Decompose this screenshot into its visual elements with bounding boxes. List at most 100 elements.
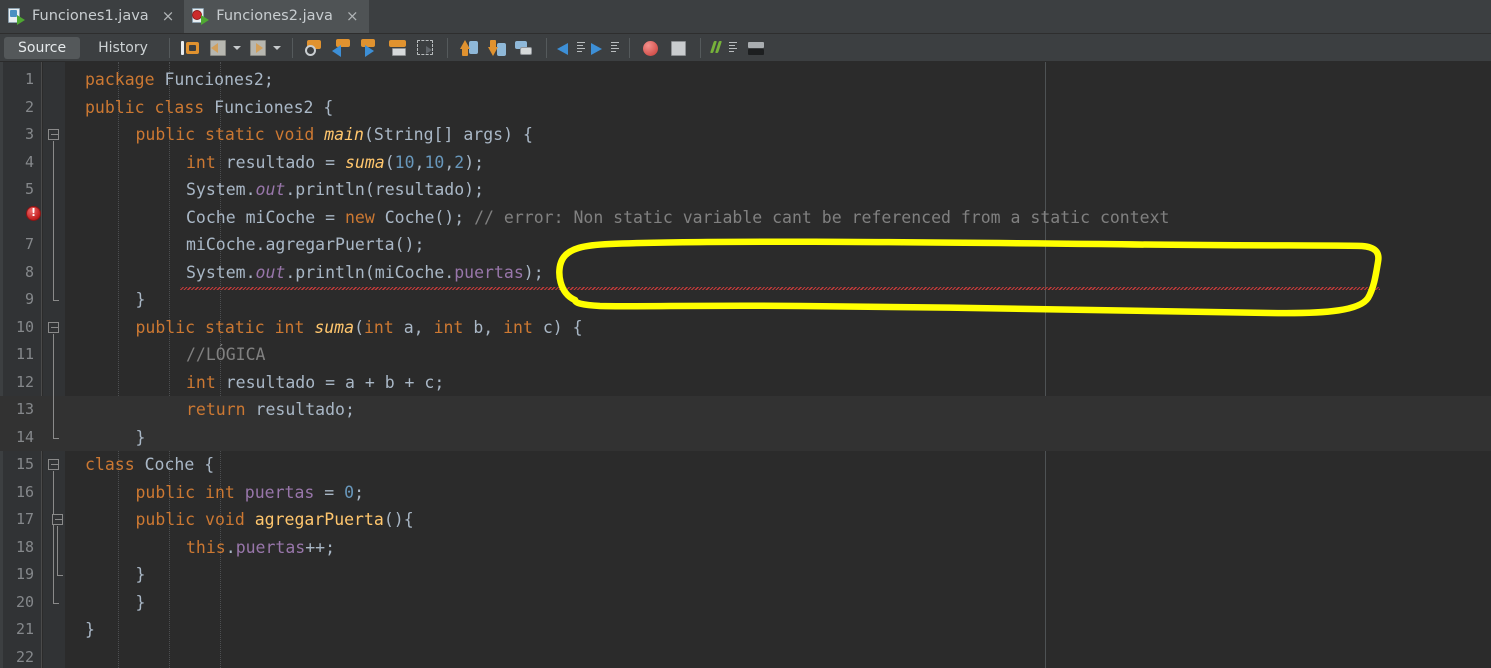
toggle-breakpoint-icon[interactable] — [640, 38, 662, 58]
code-token: out — [255, 180, 286, 199]
fold-end-marker — [53, 300, 59, 301]
code-token: .println(miCoche. — [285, 262, 455, 282]
file-tab-funciones1[interactable]: Funciones1.java × — [0, 0, 185, 33]
toolbar-separator — [446, 37, 448, 58]
file-tab-bar: Funciones1.java × Funciones2.java × — [0, 0, 1491, 34]
line-number: 13 — [15, 400, 34, 418]
line-number: 15 — [15, 455, 34, 473]
code-text-area[interactable]: package Funciones2; public class Funcione… — [0, 62, 1491, 668]
code-line-text[interactable]: Coche miCoche = new Coche(); // error: N… — [186, 204, 1169, 232]
toggle-highlight-icon[interactable] — [387, 38, 409, 58]
code-line-text[interactable]: System.out.println(resultado); — [186, 176, 484, 204]
code-line-text[interactable]: } — [85, 616, 95, 644]
code-token: int — [186, 372, 226, 392]
code-line-row[interactable] — [0, 616, 1491, 644]
file-tab-label: Funciones2.java — [216, 8, 333, 24]
line-number: 7 — [24, 235, 34, 253]
code-line-text[interactable]: //LÓGICA — [186, 341, 265, 369]
code-token: Coche — [186, 207, 236, 227]
code-token: } — [135, 565, 146, 584]
code-token: return — [186, 400, 256, 419]
code-token: ( — [354, 317, 364, 337]
code-token: Coche { — [144, 455, 215, 474]
toolbar-separator — [699, 37, 701, 58]
code-line-text[interactable]: class Coche { — [85, 451, 214, 479]
code-line-text[interactable]: public static int suma(int a, int b, int… — [136, 314, 583, 342]
line-number: 3 — [24, 125, 34, 143]
forward-bookmark-icon[interactable] — [590, 38, 619, 58]
code-line-text[interactable]: package Funciones2; — [85, 66, 274, 94]
error-marker-icon[interactable] — [26, 206, 41, 221]
chevron-down-icon[interactable] — [272, 45, 281, 50]
code-line-text[interactable]: } — [136, 286, 146, 314]
code-token: (String[] args) { — [364, 125, 533, 144]
code-line-text[interactable]: public static void main(String[] args) { — [136, 121, 533, 149]
file-tab-funciones2[interactable]: Funciones2.java × — [184, 0, 369, 33]
code-line-text[interactable]: public class Funciones2 { — [85, 94, 333, 122]
code-line-row[interactable] — [0, 644, 1491, 668]
code-token: . — [225, 537, 236, 557]
toolbar-separator — [545, 37, 547, 58]
code-editor[interactable]: package Funciones2; public class Funcione… — [0, 62, 1491, 668]
inspect-icon[interactable] — [745, 38, 767, 58]
code-line-text[interactable]: public void agregarPuerta(){ — [136, 506, 414, 534]
find-selection-icon[interactable] — [303, 38, 325, 58]
next-occurrence-icon[interactable] — [359, 38, 381, 58]
line-number: 22 — [15, 647, 34, 666]
code-token: resultado = — [225, 152, 345, 172]
code-line-text[interactable]: public int puertas = 0; — [136, 479, 365, 507]
code-line-text[interactable]: System.out.println(miCoche.puertas); — [186, 259, 544, 287]
tab-source[interactable]: Source — [4, 36, 81, 59]
chevron-down-icon[interactable] — [232, 45, 241, 50]
code-line-row[interactable] — [0, 423, 1491, 451]
code-token: a, — [403, 317, 434, 337]
toggle-rectangular-selection-icon[interactable] — [180, 38, 202, 58]
code-line-row[interactable] — [0, 589, 1491, 617]
line-number: 12 — [15, 372, 34, 391]
close-icon[interactable]: × — [346, 8, 359, 24]
code-token: 2 — [454, 152, 465, 172]
line-number: 2 — [24, 97, 34, 116]
shift-line-up-icon[interactable] — [458, 38, 480, 58]
code-line-text[interactable]: } — [136, 561, 146, 589]
last-edit-forward-icon[interactable] — [248, 38, 270, 58]
code-line-row[interactable] — [0, 286, 1491, 314]
code-token: new — [344, 207, 385, 227]
toggle-rectangular-block-icon[interactable] — [415, 38, 437, 58]
toolbar-separator — [628, 37, 630, 58]
code-token: System. — [186, 262, 256, 282]
close-icon[interactable]: × — [162, 8, 175, 24]
code-token: public int — [135, 482, 245, 502]
code-token: ); — [523, 262, 544, 282]
fold-line — [57, 526, 58, 575]
fold-toggle-icon[interactable] — [48, 459, 59, 470]
code-line-text[interactable]: miCoche.agregarPuerta(); — [186, 231, 424, 259]
code-line-text[interactable]: int resultado = a + b + c; — [186, 369, 444, 397]
line-number: 4 — [24, 152, 34, 171]
fold-toggle-icon[interactable] — [52, 514, 63, 525]
code-token: puertas — [454, 262, 524, 282]
code-line-text[interactable]: } — [136, 589, 146, 617]
comment-icon[interactable] — [709, 38, 739, 58]
fold-toggle-icon[interactable] — [48, 321, 59, 333]
stop-icon[interactable] — [668, 38, 690, 58]
previous-bookmark-icon[interactable] — [556, 38, 585, 58]
code-token: .println(resultado); — [285, 180, 485, 199]
code-line-row[interactable] — [0, 451, 1491, 479]
code-line-text[interactable]: int resultado = suma(10,10,2); — [186, 149, 484, 177]
line-number: 17 — [15, 510, 34, 528]
code-token: public void — [135, 510, 255, 529]
code-line-text[interactable]: this.puertas++; — [186, 534, 335, 562]
last-edit-back-icon[interactable] — [208, 38, 230, 58]
fold-end-marker — [53, 437, 59, 439]
fold-toggle-icon[interactable] — [48, 129, 59, 140]
code-line-row[interactable] — [0, 561, 1491, 589]
previous-occurrence-icon[interactable] — [331, 38, 353, 58]
fold-line — [53, 333, 54, 438]
code-line-text[interactable]: return resultado; — [186, 396, 355, 424]
code-token: ; — [354, 482, 365, 502]
next-bookmark-icon[interactable] — [514, 38, 536, 58]
tab-history[interactable]: History — [84, 37, 162, 59]
code-line-text[interactable]: } — [136, 424, 146, 452]
shift-line-down-icon[interactable] — [486, 38, 508, 58]
